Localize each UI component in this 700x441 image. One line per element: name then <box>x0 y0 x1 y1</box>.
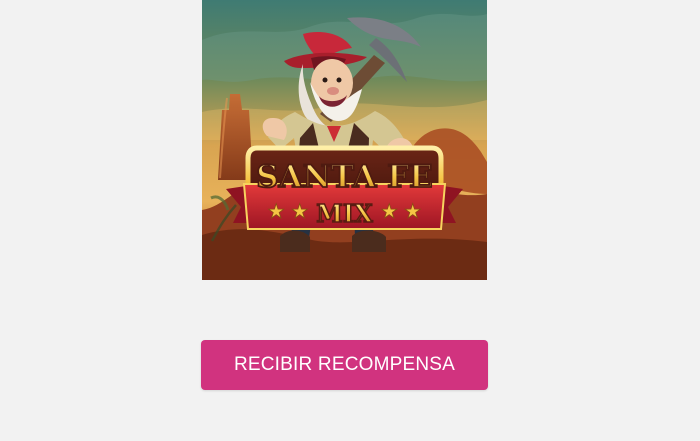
logo-title: SANTA FE <box>256 159 433 195</box>
reward-page: SANTA FE MIX ★ ★ ★ ★ RECIBIR RECOMPENSA <box>0 0 700 441</box>
santa-fe-mix-game-image: SANTA FE MIX ★ ★ ★ ★ <box>202 0 487 280</box>
logo-subtitle: MIX <box>316 199 373 228</box>
game-thumbnail-art: SANTA FE MIX ★ ★ ★ ★ <box>202 0 487 280</box>
claim-reward-button[interactable]: RECIBIR RECOMPENSA <box>201 340 488 390</box>
logo-stars-right: ★ ★ <box>380 201 421 223</box>
logo-stars-left: ★ ★ <box>267 201 308 223</box>
